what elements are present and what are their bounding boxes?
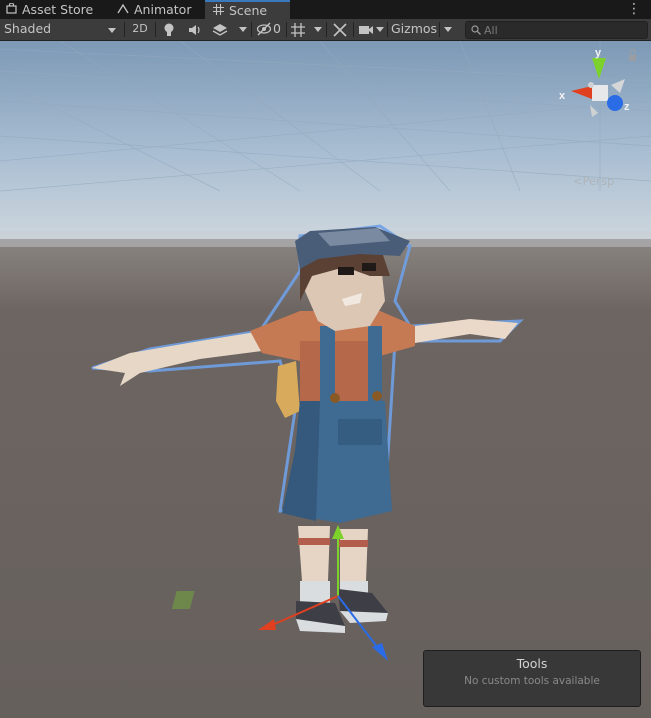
gizmos-label: Gizmos	[391, 21, 438, 36]
audio-toggle-button[interactable]	[187, 20, 205, 38]
hidden-count: 0	[273, 21, 281, 36]
gizmo-x-label: x	[559, 90, 566, 102]
grid-icon	[213, 3, 224, 20]
lightbulb-icon	[164, 23, 174, 36]
skybox	[0, 41, 651, 246]
tools-overlay-subtitle: No custom tools available	[464, 675, 600, 687]
search-icon	[471, 25, 481, 35]
search-input[interactable]	[484, 22, 624, 38]
grid-snap-button[interactable]	[290, 20, 308, 38]
tab-bar: Asset Store Animator Scene ⋮	[0, 0, 651, 19]
animator-icon	[117, 1, 129, 20]
tab-asset-store[interactable]: Asset Store	[6, 0, 93, 19]
tools-overlay[interactable]: Tools No custom tools available	[423, 650, 641, 707]
camera-button[interactable]	[358, 20, 374, 38]
tools-icon	[333, 23, 347, 37]
projection-toggle[interactable]: <Persp	[573, 174, 614, 188]
camera-dropdown-icon[interactable]	[376, 27, 384, 32]
scene-render: y x z	[0, 41, 651, 718]
gizmo-z-label: z	[624, 101, 630, 113]
speaker-icon	[189, 25, 200, 35]
more-options-icon[interactable]: ⋮	[627, 1, 641, 17]
effects-dropdown-icon[interactable]	[239, 27, 247, 32]
tab-asset-store-label: Asset Store	[22, 2, 94, 17]
lighting-toggle-button[interactable]	[162, 20, 180, 38]
scene-toolbar: Shaded 2D 0 Gizmos	[0, 19, 651, 41]
shopping-bag-icon	[6, 1, 17, 20]
tab-scene[interactable]: Scene	[205, 0, 290, 19]
gizmo-y-label: y	[595, 47, 602, 59]
shading-mode-label: Shaded	[4, 21, 52, 36]
lock-icon[interactable]	[629, 55, 636, 61]
layers-icon	[212, 24, 228, 36]
scene-tools-button[interactable]	[332, 20, 350, 38]
shading-mode-dropdown[interactable]: Shaded	[4, 20, 120, 38]
tab-animator-label: Animator	[134, 2, 192, 17]
chevron-down-icon	[108, 28, 116, 33]
hidden-objects-toggle[interactable]: 0	[256, 20, 284, 38]
gizmos-dropdown-icon[interactable]	[444, 27, 452, 32]
gizmo-z-cone[interactable]	[607, 95, 623, 111]
toggle-2d-button[interactable]: 2D	[129, 20, 151, 38]
camera-icon	[359, 26, 373, 34]
tab-animator[interactable]: Animator	[117, 0, 191, 19]
grid-snap-icon	[291, 23, 305, 37]
effects-toggle-button[interactable]	[212, 20, 232, 38]
scene-viewport[interactable]: y x z <Persp	[0, 41, 651, 718]
hierarchy-search[interactable]	[465, 21, 648, 39]
gizmo-center-cube[interactable]	[592, 85, 608, 101]
tab-scene-label: Scene	[229, 3, 268, 18]
grid-dropdown-icon[interactable]	[314, 27, 322, 32]
eye-slash-icon	[256, 22, 272, 36]
chevron-left-icon: <	[573, 174, 583, 188]
tools-overlay-title: Tools	[516, 656, 548, 671]
projection-label: Persp	[582, 174, 615, 188]
